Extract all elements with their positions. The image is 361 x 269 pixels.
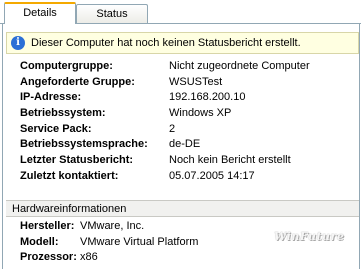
property-value: Windows XP bbox=[169, 107, 232, 120]
info-banner: i Dieser Computer hat noch keinen Status… bbox=[6, 32, 359, 54]
computer-properties: Computergruppe: Nicht zugeordnete Comput… bbox=[20, 60, 350, 186]
property-value: Noch kein Bericht erstellt bbox=[169, 154, 291, 167]
hardware-label: Modell: bbox=[20, 235, 59, 248]
hardware-row: Prozessor: x86 bbox=[20, 251, 320, 267]
property-value: Nicht zugeordnete Computer bbox=[169, 60, 310, 72]
property-label: Betriebssystemsprache: bbox=[20, 138, 148, 151]
property-row: Letzter Statusbericht: Noch kein Bericht… bbox=[20, 154, 350, 170]
property-value: 05.07.2005 14:17 bbox=[169, 169, 255, 182]
property-row: Betriebssystemsprache: de-DE bbox=[20, 138, 350, 154]
hardware-properties: Hersteller: VMware, Inc. Modell: VMware … bbox=[20, 220, 320, 267]
tab-details[interactable]: Details bbox=[4, 2, 76, 24]
property-row: Zuletzt kontaktiert: 05.07.2005 14:17 bbox=[20, 170, 350, 186]
property-value: de-DE bbox=[169, 138, 201, 151]
property-row: Betriebssystem: Windows XP bbox=[20, 107, 350, 123]
watermark-logo: WinFuture bbox=[274, 230, 345, 243]
property-row: Angeforderte Gruppe: WSUSTest bbox=[20, 76, 350, 92]
property-value: WSUSTest bbox=[169, 75, 223, 88]
property-row: IP-Adresse: 192.168.200.10 bbox=[20, 91, 350, 107]
property-row: Computergruppe: Nicht zugeordnete Comput… bbox=[20, 60, 350, 76]
hardware-section-header: Hardwareinformationen bbox=[6, 200, 359, 217]
info-banner-text: Dieser Computer hat noch keinen Statusbe… bbox=[31, 37, 301, 49]
property-value: 2 bbox=[169, 122, 176, 135]
property-label: Service Pack: bbox=[20, 122, 92, 135]
hardware-value: VMware, Inc. bbox=[80, 220, 145, 232]
info-icon: i bbox=[11, 36, 25, 50]
tab-strip: Details Status bbox=[0, 0, 361, 24]
property-label: Betriebssystem: bbox=[20, 107, 106, 120]
property-label: Angeforderte Gruppe: bbox=[20, 75, 135, 88]
hardware-value: VMware Virtual Platform bbox=[80, 235, 199, 248]
property-label: IP-Adresse: bbox=[20, 91, 82, 104]
property-value: 192.168.200.10 bbox=[169, 91, 246, 104]
tab-status[interactable]: Status bbox=[76, 4, 148, 24]
hardware-label: Prozessor: bbox=[20, 251, 77, 263]
property-label: Zuletzt kontaktiert: bbox=[20, 169, 119, 182]
property-label: Letzter Statusbericht: bbox=[20, 154, 134, 167]
property-row: Service Pack: 2 bbox=[20, 123, 350, 139]
property-label: Computergruppe: bbox=[20, 60, 113, 72]
hardware-value: x86 bbox=[80, 251, 98, 263]
hardware-label: Hersteller: bbox=[20, 220, 75, 232]
